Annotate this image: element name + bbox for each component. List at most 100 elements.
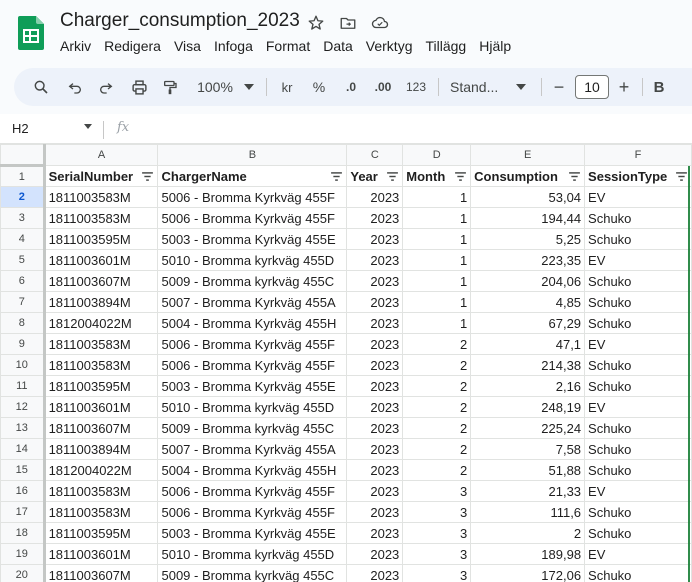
cell[interactable]: Schuko	[584, 354, 692, 376]
cell[interactable]: 2023	[346, 396, 404, 418]
cell[interactable]: 2023	[346, 438, 404, 460]
cell[interactable]: 5006 - Bromma Kyrkväg 455F	[157, 186, 348, 208]
cell[interactable]: Schuko	[584, 228, 692, 250]
font-size-increase-button[interactable]: +	[615, 68, 633, 106]
cell[interactable]: 5010 - Bromma kyrkväg 455D	[157, 249, 348, 271]
cell[interactable]: 1811003583M	[43, 186, 159, 208]
cell[interactable]: EV	[584, 333, 692, 355]
decrease-decimal-button[interactable]: .0	[340, 68, 362, 106]
cell[interactable]: 1	[402, 312, 472, 334]
cell[interactable]: Schuko	[584, 417, 692, 439]
cell[interactable]: 3	[402, 522, 472, 544]
cell[interactable]: 5010 - Bromma kyrkväg 455D	[157, 543, 348, 565]
cell[interactable]: EV	[584, 396, 692, 418]
column-header-e[interactable]: E	[470, 144, 586, 166]
row-header[interactable]: 2	[0, 186, 46, 208]
cell[interactable]: Schuko	[584, 459, 692, 481]
cell[interactable]: 2023	[346, 312, 404, 334]
cell[interactable]: 1811003601M	[43, 543, 159, 565]
cell[interactable]: 67,29	[470, 312, 586, 334]
name-box-dropdown-icon[interactable]	[84, 124, 92, 129]
cell[interactable]: 2023	[346, 459, 404, 481]
cell[interactable]: 172,06	[470, 564, 586, 582]
move-to-folder-icon[interactable]	[337, 12, 359, 34]
cell[interactable]: 2023	[346, 480, 404, 502]
cell[interactable]: Schuko	[584, 522, 692, 544]
row-header[interactable]: 11	[0, 375, 46, 397]
cell[interactable]: 2	[402, 333, 472, 355]
row-header[interactable]: 6	[0, 270, 46, 292]
cell[interactable]: 2023	[346, 186, 404, 208]
currency-format-button[interactable]: kr	[278, 68, 296, 106]
font-size-decrease-button[interactable]: −	[550, 68, 568, 106]
cell[interactable]: 3	[402, 564, 472, 582]
cell[interactable]: 2	[402, 438, 472, 460]
cell[interactable]: 1811003894M	[43, 438, 159, 460]
cell[interactable]: 2023	[346, 522, 404, 544]
row-header[interactable]: 4	[0, 228, 46, 250]
cell[interactable]: 1811003595M	[43, 375, 159, 397]
cell[interactable]: 2	[402, 417, 472, 439]
row-header[interactable]: 5	[0, 249, 46, 271]
header-cell[interactable]: Year	[346, 165, 404, 187]
row-header[interactable]: 15	[0, 459, 46, 481]
cell[interactable]: 2023	[346, 354, 404, 376]
cell[interactable]: 3	[402, 543, 472, 565]
header-cell[interactable]: Month	[402, 165, 472, 187]
cell[interactable]: 1811003601M	[43, 249, 159, 271]
cell[interactable]: 21,33	[470, 480, 586, 502]
cell[interactable]: 2	[402, 354, 472, 376]
menu-redigera[interactable]: Redigera	[104, 38, 161, 54]
cell[interactable]: 1	[402, 228, 472, 250]
cell[interactable]: 2	[402, 375, 472, 397]
menu-arkiv[interactable]: Arkiv	[60, 38, 91, 54]
cell[interactable]: 2023	[346, 270, 404, 292]
menu-verktyg[interactable]: Verktyg	[366, 38, 413, 54]
select-all-corner[interactable]	[0, 144, 46, 167]
cell[interactable]: 5009 - Bromma kyrkväg 455C	[157, 417, 348, 439]
percent-format-button[interactable]: %	[310, 68, 328, 106]
cell[interactable]: 1812004022M	[43, 459, 159, 481]
filter-icon[interactable]	[387, 172, 399, 181]
cell[interactable]: 2023	[346, 207, 404, 229]
cell[interactable]: 1811003583M	[43, 333, 159, 355]
search-icon[interactable]	[30, 68, 52, 106]
header-cell[interactable]: Consumption	[470, 165, 586, 187]
column-header-a[interactable]: A	[43, 144, 159, 166]
cell[interactable]: 5004 - Bromma Kyrkväg 455H	[157, 312, 348, 334]
column-header-c[interactable]: C	[346, 144, 404, 166]
column-header-d[interactable]: D	[402, 144, 472, 166]
cell[interactable]: 225,24	[470, 417, 586, 439]
cell[interactable]: 1	[402, 291, 472, 313]
cell[interactable]: 4,85	[470, 291, 586, 313]
cell[interactable]: 1811003607M	[43, 270, 159, 292]
cell[interactable]: 5009 - Bromma kyrkväg 455C	[157, 270, 348, 292]
cell[interactable]: 5009 - Bromma kyrkväg 455C	[157, 564, 348, 582]
cell[interactable]: 5006 - Bromma Kyrkväg 455F	[157, 333, 348, 355]
cell[interactable]: 1812004022M	[43, 312, 159, 334]
cloud-status-icon[interactable]	[369, 12, 391, 34]
cell[interactable]: 1811003583M	[43, 501, 159, 523]
cell[interactable]: 1811003595M	[43, 228, 159, 250]
menu-hjalp[interactable]: Hjälp	[479, 38, 511, 54]
number-format-button[interactable]: 123	[404, 68, 428, 106]
cell[interactable]: Schuko	[584, 207, 692, 229]
cell[interactable]: 5006 - Bromma Kyrkväg 455F	[157, 501, 348, 523]
column-header-f[interactable]: F	[584, 144, 692, 166]
cell[interactable]: 1811003894M	[43, 291, 159, 313]
zoom-select[interactable]: 100%	[195, 68, 235, 106]
row-header[interactable]: 18	[0, 522, 46, 544]
cell[interactable]: 248,19	[470, 396, 586, 418]
cell[interactable]: 5003 - Bromma Kyrkväg 455E	[157, 228, 348, 250]
cell[interactable]: Schuko	[584, 312, 692, 334]
cell[interactable]: 223,35	[470, 249, 586, 271]
sheets-logo-icon[interactable]	[18, 16, 44, 50]
increase-decimal-button[interactable]: .00	[370, 68, 396, 106]
cell[interactable]: 47,1	[470, 333, 586, 355]
cell[interactable]: EV	[584, 249, 692, 271]
font-dropdown-icon[interactable]	[514, 68, 528, 106]
cell[interactable]: 1811003607M	[43, 417, 159, 439]
undo-icon[interactable]	[64, 68, 86, 106]
cell[interactable]: 1811003595M	[43, 522, 159, 544]
cell[interactable]: 1811003583M	[43, 480, 159, 502]
